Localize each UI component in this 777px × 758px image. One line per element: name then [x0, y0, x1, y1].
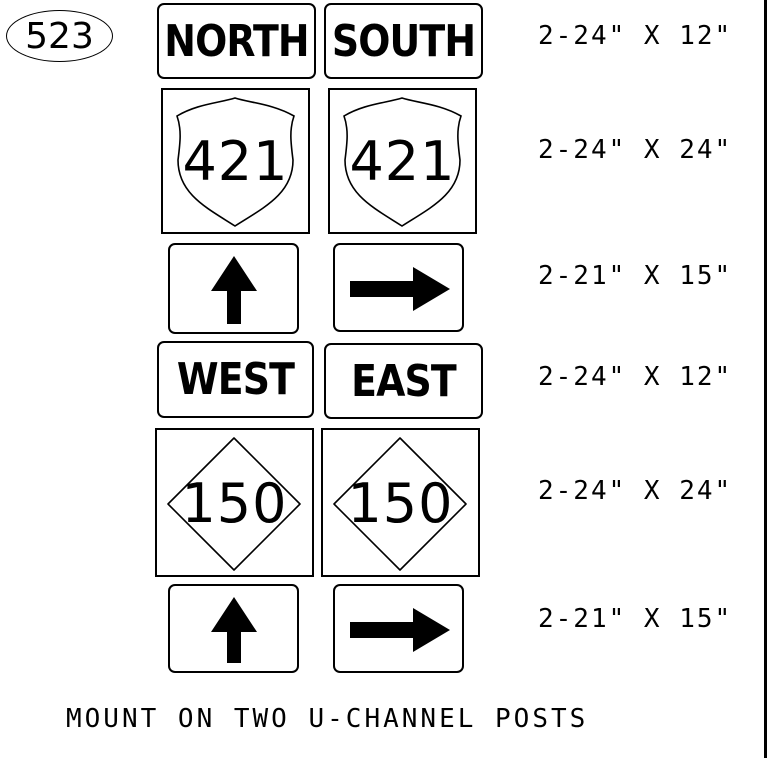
south-word-sign: SOUTH [324, 3, 483, 79]
east-word-sign: EAST [324, 343, 483, 419]
state-route-diamond-sign: 150 [321, 428, 480, 577]
us-route-number: 421 [182, 130, 289, 193]
assembly-number: 523 [25, 15, 94, 57]
arrow-up-icon [211, 256, 257, 324]
dimension-label: 2-24" X 24" [538, 476, 733, 506]
dimension-label: 2-24" X 12" [538, 362, 733, 392]
us-route-number: 421 [349, 130, 456, 193]
arrow-sign [333, 243, 464, 332]
west-word: WEST [176, 354, 295, 405]
sign-assembly-diagram: 523 NORTH SOUTH 2-24" X 12" 421 421 2-24… [0, 0, 777, 758]
east-word: EAST [351, 355, 457, 407]
arrow-up-icon [211, 597, 257, 663]
dimension-label: 2-24" X 24" [538, 135, 733, 165]
dimension-label: 2-21" X 15" [538, 604, 733, 634]
assembly-number-badge: 523 [6, 10, 113, 62]
dimension-label: 2-21" X 15" [538, 261, 733, 291]
mounting-note: MOUNT ON TWO U-CHANNEL POSTS [66, 704, 589, 734]
arrow-right-icon [350, 267, 450, 311]
arrow-right-icon [350, 608, 450, 652]
arrow-sign [168, 584, 299, 673]
west-word-sign: WEST [157, 341, 314, 418]
us-route-shield-sign: 421 [161, 88, 310, 234]
arrow-sign [168, 243, 299, 334]
right-border-line [764, 0, 767, 758]
state-route-number: 150 [181, 472, 288, 535]
dimension-label: 2-24" X 12" [538, 21, 733, 51]
arrow-sign [333, 584, 464, 673]
north-word: NORTH [164, 15, 309, 67]
south-word: SOUTH [331, 15, 476, 67]
state-route-diamond-sign: 150 [155, 428, 314, 577]
north-word-sign: NORTH [157, 3, 316, 79]
us-route-shield-sign: 421 [328, 88, 477, 234]
state-route-number: 150 [347, 472, 454, 535]
